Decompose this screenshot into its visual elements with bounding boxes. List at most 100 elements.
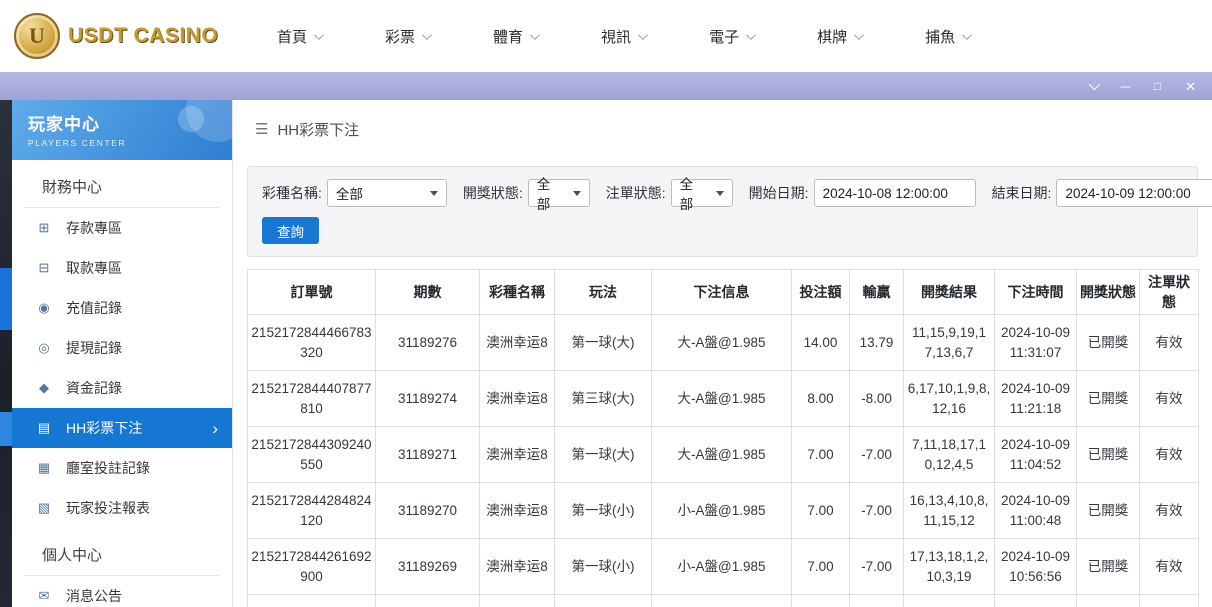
sidebar-item-label: 提現記錄 — [66, 338, 122, 358]
nav-item-home[interactable]: 首頁 — [277, 26, 321, 47]
table-cell: 31189270 — [376, 483, 480, 539]
select-value: 全部 — [336, 183, 363, 203]
sidebar-item-label: 廳室投註記錄 — [66, 458, 150, 478]
table-cell: 已開獎 — [1077, 539, 1140, 595]
nav-label: 捕魚 — [925, 26, 955, 47]
chevron-down-icon — [638, 30, 648, 40]
sidebar-item-recharge-record[interactable]: ◉充值記錄 — [12, 288, 232, 328]
table-cell: -7.00 — [850, 427, 904, 483]
deposit-icon: ⊞ — [34, 220, 54, 236]
table-cell: -7.00 — [850, 539, 904, 595]
table-cell: 有效 — [1140, 539, 1199, 595]
table-cell: 2024-10-09 11:00:48 — [995, 483, 1077, 539]
filter-panel: 彩種名稱: 全部 開獎狀態: 全部 注單狀態: 全部 — [247, 166, 1198, 257]
sidebar-item-withdraw-record[interactable]: ◎提現記錄 — [12, 328, 232, 368]
nav-item-sports[interactable]: 體育 — [493, 26, 537, 47]
table-cell: 澳洲幸运8 — [480, 539, 555, 595]
page-title: HH彩票下注 — [277, 119, 359, 140]
table-cell: 第一球(大) — [555, 315, 652, 371]
table-header-cell: 開獎結果 — [904, 270, 995, 315]
bet-table: 訂單號期數彩種名稱玩法下注信息投注額輸贏開獎結果下注時間開獎狀態注單狀態 215… — [247, 269, 1199, 607]
sidebar-item-announcements[interactable]: ✉ 消息公告 — [12, 576, 232, 607]
chevron-down-icon — [314, 30, 324, 40]
collapse-chevron-icon[interactable] — [1088, 79, 1099, 90]
draw-status-select[interactable]: 全部 — [528, 179, 590, 207]
order-status-select[interactable]: 全部 — [671, 179, 733, 207]
table-cell: 小-A盤@1.985 — [652, 539, 792, 595]
sidebar-item-label: 消息公告 — [66, 586, 122, 606]
start-date-input[interactable] — [814, 179, 976, 207]
table-cell — [1077, 595, 1140, 607]
filter-end-date: 結束日期: — [992, 179, 1212, 207]
table-cell: 16,13,4,10,8,11,15,12 — [904, 483, 995, 539]
table-row-partial — [248, 595, 1199, 607]
table-header-cell: 彩種名稱 — [480, 270, 555, 315]
maximize-icon[interactable]: □ — [1154, 80, 1161, 92]
site-logo[interactable]: U USDT CASINO — [0, 13, 225, 59]
table-cell: 有效 — [1140, 483, 1199, 539]
filter-draw-status: 開獎狀態: 全部 — [463, 179, 590, 207]
nav-label: 首頁 — [277, 26, 307, 47]
sidebar-menu: 財務中心⊞存款專區⊟取款專區◉充值記錄◎提現記錄◆資金記錄▤HH彩票下注› ▦ 廳室… — [12, 160, 232, 607]
table-cell — [792, 595, 850, 607]
table-header-row: 訂單號期數彩種名稱玩法下注信息投注額輸贏開獎結果下注時間開獎狀態注單狀態 — [248, 270, 1199, 315]
table-cell: 有效 — [1140, 371, 1199, 427]
nav-item-chess-cards[interactable]: 棋牌 — [817, 26, 861, 47]
table-cell — [376, 595, 480, 607]
table-cell: 31189269 — [376, 539, 480, 595]
table-cell: 已開獎 — [1077, 427, 1140, 483]
player-report-icon: ▧ — [34, 500, 54, 516]
table-row: 215217284440787781031189274澳洲幸运8第三球(大)大-… — [248, 371, 1199, 427]
filter-label: 開始日期: — [749, 183, 809, 203]
minimize-icon[interactable]: ─ — [1121, 80, 1130, 93]
close-icon[interactable]: ✕ — [1185, 80, 1196, 93]
hall-bet-record-icon: ▦ — [34, 460, 54, 476]
table-cell: 2024-10-09 10:56:56 — [995, 539, 1077, 595]
funds-record-icon: ◆ — [34, 380, 54, 396]
table-cell: 第三球(大) — [555, 371, 652, 427]
table-cell: 澳洲幸运8 — [480, 483, 555, 539]
filter-label: 結束日期: — [992, 183, 1052, 203]
search-button[interactable]: 查詢 — [262, 217, 319, 244]
table-cell: 大-A盤@1.985 — [652, 427, 792, 483]
table-cell: 2152172844466783320 — [248, 315, 376, 371]
table-cell: 澳洲幸运8 — [480, 315, 555, 371]
end-date-input[interactable] — [1056, 179, 1212, 207]
announcement-icon: ✉ — [34, 588, 54, 604]
table-cell: 8.00 — [792, 371, 850, 427]
nav-item-lottery[interactable]: 彩票 — [385, 26, 429, 47]
table-header-cell: 玩法 — [555, 270, 652, 315]
table-cell — [248, 595, 376, 607]
sidebar-item-hall-bet-record[interactable]: ▦ 廳室投註記錄 — [12, 448, 232, 488]
table-cell: 大-A盤@1.985 — [652, 371, 792, 427]
table-cell: 已開獎 — [1077, 315, 1140, 371]
nav-item-live-video[interactable]: 視訊 — [601, 26, 645, 47]
hamburger-icon[interactable]: ☰ — [255, 120, 268, 138]
screen: U USDT CASINO 首頁彩票體育視訊電子棋牌捕魚 ─ □ ✕ 玩家中心 … — [0, 0, 1212, 607]
sidebar-item-label: 玩家投注報表 — [66, 498, 150, 518]
table-cell: 第一球(大) — [555, 427, 652, 483]
sidebar-title: 玩家中心 — [28, 110, 232, 135]
table-cell: 有效 — [1140, 315, 1199, 371]
lottery-name-select[interactable]: 全部 — [327, 179, 447, 207]
filter-lottery-name: 彩種名稱: 全部 — [262, 179, 447, 207]
table-cell: 7.00 — [792, 539, 850, 595]
sidebar-item-hh-lottery-bet[interactable]: ▤HH彩票下注› — [12, 408, 232, 448]
sidebar-section-finance-center: 財務中心 — [24, 160, 220, 208]
table-cell: 澳洲幸运8 — [480, 427, 555, 483]
nav-item-slots[interactable]: 電子 — [709, 26, 753, 47]
sidebar-item-funds-record[interactable]: ◆資金記錄 — [12, 368, 232, 408]
sidebar-item-player-bet-report[interactable]: ▧ 玩家投注報表 — [12, 488, 232, 528]
table-cell: 2152172844261692900 — [248, 539, 376, 595]
table-cell: 2024-10-09 11:21:18 — [995, 371, 1077, 427]
main-content: ☰ HH彩票下注 彩種名稱: 全部 開獎狀態: 全部 — [233, 100, 1212, 607]
nav-item-fishing[interactable]: 捕魚 — [925, 26, 969, 47]
table-row: 215217284428482412031189270澳洲幸运8第一球(小)小-… — [248, 483, 1199, 539]
table-cell: -7.00 — [850, 483, 904, 539]
sidebar-item-withdraw[interactable]: ⊟取款專區 — [12, 248, 232, 288]
table-cell: 7,11,18,17,10,12,4,5 — [904, 427, 995, 483]
sidebar-item-deposit[interactable]: ⊞存款專區 — [12, 208, 232, 248]
table-cell — [652, 595, 792, 607]
table-cell: 小-A盤@1.985 — [652, 483, 792, 539]
table-cell: 2152172844407877810 — [248, 371, 376, 427]
